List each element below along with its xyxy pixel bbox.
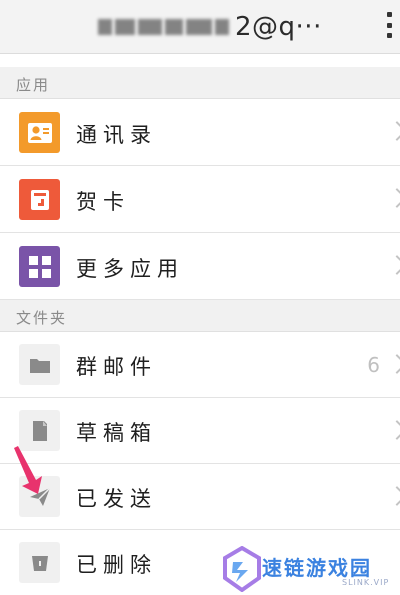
greeting-card-icon xyxy=(19,179,60,220)
section-header-folders: 文件夹 xyxy=(0,300,400,332)
account-header: 2@q··· xyxy=(0,0,400,54)
list-item-drafts[interactable]: 草稿箱 xyxy=(0,398,400,464)
more-apps-icon xyxy=(19,246,60,287)
watermark: 速链游戏园 SLINK.VIP xyxy=(222,546,400,595)
chevron-right-icon xyxy=(387,354,400,374)
draft-icon xyxy=(19,410,60,451)
more-menu-icon[interactable] xyxy=(382,10,396,40)
section-title: 应用 xyxy=(16,76,51,94)
list-item-label: 草稿箱 xyxy=(76,421,157,445)
list-item-group-mail[interactable]: 群邮件 6 xyxy=(0,332,400,398)
chevron-right-icon xyxy=(387,255,400,275)
list-item-contacts[interactable]: 通讯录 xyxy=(0,99,400,166)
watermark-subtitle: SLINK.VIP xyxy=(342,578,390,587)
list-item-label: 贺卡 xyxy=(76,190,130,214)
watermark-title: 速链游戏园 xyxy=(262,556,372,580)
chevron-right-icon xyxy=(387,486,400,506)
list-item-label: 群邮件 xyxy=(76,355,157,379)
blurred-account-part xyxy=(138,19,162,35)
trash-icon xyxy=(19,542,60,583)
blurred-account-part xyxy=(98,19,112,35)
list-item-greeting-card[interactable]: 贺卡 xyxy=(0,166,400,233)
list-item-label: 通讯录 xyxy=(76,123,157,147)
blurred-account-part xyxy=(165,19,183,35)
watermark-logo-icon xyxy=(223,546,261,592)
pointer-arrow-icon xyxy=(14,446,42,494)
list-item-label: 更多应用 xyxy=(76,257,184,281)
blurred-account-part xyxy=(215,19,229,35)
list-item-sent[interactable]: 已发送 xyxy=(0,464,400,530)
account-address[interactable]: 2@q··· xyxy=(98,10,322,44)
chevron-right-icon xyxy=(387,188,400,208)
blurred-account-part xyxy=(186,19,212,35)
chevron-right-icon xyxy=(387,121,400,141)
unread-count: 6 xyxy=(367,353,380,377)
section-title: 文件夹 xyxy=(16,309,68,327)
chevron-right-icon xyxy=(387,420,400,440)
section-header-apps: 应用 xyxy=(0,67,400,99)
contacts-icon xyxy=(19,112,60,153)
account-text: 2@q··· xyxy=(235,12,322,42)
list-item-label: 已删除 xyxy=(76,553,157,577)
blurred-account-part xyxy=(115,19,135,35)
list-item-more-apps[interactable]: 更多应用 xyxy=(0,233,400,300)
folder-icon xyxy=(19,344,60,385)
list-item-label: 已发送 xyxy=(76,487,157,511)
